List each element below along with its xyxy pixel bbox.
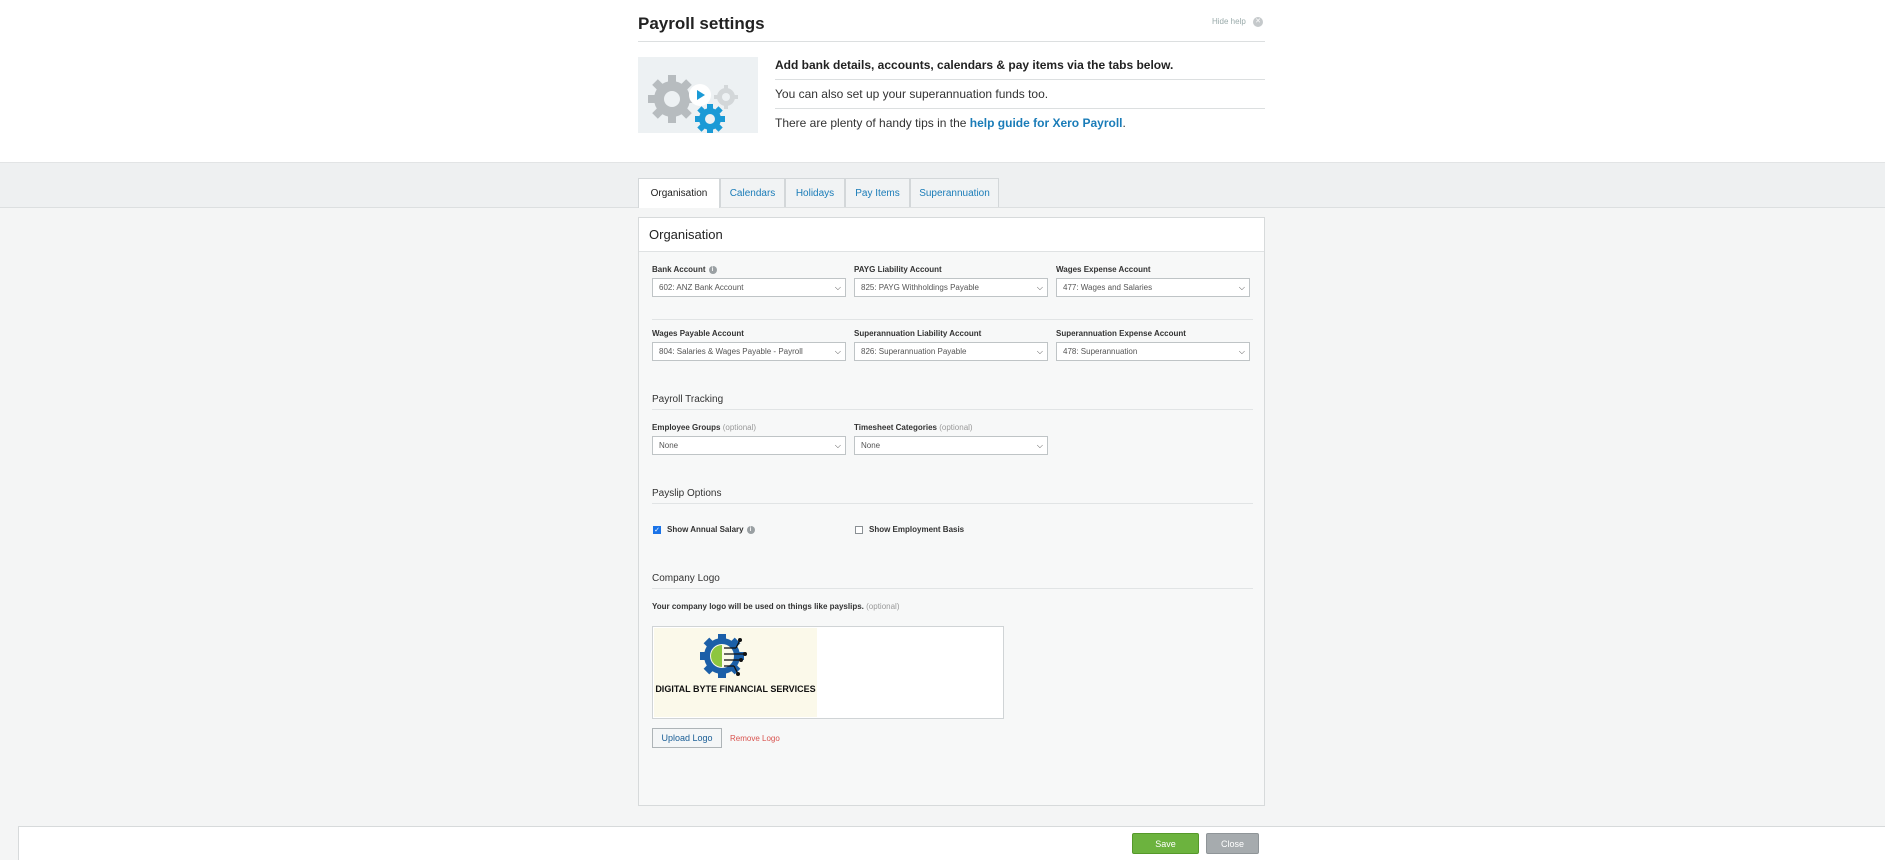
bank-account-select[interactable]: 602: ANZ Bank Account ⌵: [652, 278, 846, 297]
hide-help-link[interactable]: Hide help: [1212, 17, 1246, 26]
help-header: [0, 0, 1885, 163]
help-line-tabs: Add bank details, accounts, calendars & …: [775, 58, 1174, 72]
payslip-options-heading: Payslip Options: [652, 488, 722, 499]
settings-gears-video-thumbnail[interactable]: [638, 57, 758, 133]
logo-preview: DIGITAL BYTE FINANCIAL SERVICES: [652, 626, 1004, 719]
section-divider: [652, 588, 1253, 589]
panel-header: Organisation: [639, 218, 1264, 252]
tab-holidays[interactable]: Holidays: [785, 178, 845, 207]
help-line-guide: There are plenty of handy tips in the he…: [775, 116, 1126, 130]
super-liability-label: Superannuation Liability Account: [854, 329, 982, 338]
help-guide-link[interactable]: help guide for Xero Payroll: [970, 116, 1123, 130]
info-icon[interactable]: i: [708, 265, 717, 274]
tab-superannuation[interactable]: Superannuation: [910, 178, 999, 207]
section-divider: [652, 319, 1253, 320]
chevron-down-icon: ⌵: [834, 347, 841, 356]
bank-account-label: Bank Account i: [652, 265, 717, 274]
chevron-down-icon: ⌵: [834, 441, 841, 450]
super-expense-select[interactable]: 478: Superannuation ⌵: [1056, 342, 1250, 361]
chevron-down-icon: ⌵: [1238, 347, 1245, 356]
timesheet-categories-label: Timesheet Categories (optional): [854, 423, 973, 432]
upload-logo-button[interactable]: Upload Logo: [652, 728, 722, 748]
show-employment-basis-label: Show Employment Basis: [869, 525, 965, 534]
panel-title: Organisation: [649, 227, 723, 242]
super-expense-label: Superannuation Expense Account: [1056, 329, 1186, 338]
chevron-down-icon: ⌵: [1036, 283, 1043, 292]
chevron-down-icon: ⌵: [1238, 283, 1245, 292]
help-line-super: You can also set up your superannuation …: [775, 87, 1049, 101]
show-annual-salary-checkbox[interactable]: ✓: [653, 526, 661, 534]
wages-payable-select[interactable]: 804: Salaries & Wages Payable - Payroll ⌵: [652, 342, 846, 361]
chevron-down-icon: ⌵: [834, 283, 841, 292]
close-help-icon[interactable]: ✕: [1253, 17, 1263, 27]
close-button[interactable]: Close: [1206, 833, 1259, 854]
payg-liability-label: PAYG Liability Account: [854, 265, 942, 274]
tab-organisation[interactable]: Organisation: [638, 178, 720, 208]
help-divider: [775, 79, 1265, 80]
show-annual-salary-label: Show Annual Salary i: [667, 525, 755, 534]
chevron-down-icon: ⌵: [1036, 441, 1043, 450]
company-logo-text: DIGITAL BYTE FINANCIAL SERVICES: [655, 684, 816, 694]
wages-payable-label: Wages Payable Account: [652, 329, 744, 338]
company-logo: DIGITAL BYTE FINANCIAL SERVICES: [654, 628, 817, 717]
wages-expense-label: Wages Expense Account: [1056, 265, 1151, 274]
show-employment-basis-checkbox[interactable]: [855, 526, 863, 534]
tab-pay-items[interactable]: Pay Items: [845, 178, 910, 207]
employee-groups-label: Employee Groups (optional): [652, 423, 757, 432]
help-divider: [775, 108, 1265, 109]
timesheet-categories-select[interactable]: None ⌵: [854, 436, 1048, 455]
payg-liability-select[interactable]: 825: PAYG Withholdings Payable ⌵: [854, 278, 1048, 297]
action-footer: [18, 826, 1885, 860]
logo-description: Your company logo will be used on things…: [652, 602, 900, 611]
chevron-down-icon: ⌵: [1036, 347, 1043, 356]
tab-calendars[interactable]: Calendars: [720, 178, 785, 207]
super-liability-select[interactable]: 826: Superannuation Payable ⌵: [854, 342, 1048, 361]
company-logo-heading: Company Logo: [652, 573, 720, 584]
employee-groups-select[interactable]: None ⌵: [652, 436, 846, 455]
save-button[interactable]: Save: [1132, 833, 1199, 854]
remove-logo-link[interactable]: Remove Logo: [730, 734, 780, 743]
section-divider: [652, 503, 1253, 504]
info-icon[interactable]: i: [746, 525, 755, 534]
wages-expense-select[interactable]: 477: Wages and Salaries ⌵: [1056, 278, 1250, 297]
section-divider: [652, 409, 1253, 410]
payroll-tracking-heading: Payroll Tracking: [652, 394, 724, 405]
organisation-panel: Organisation Bank Account i 602: ANZ Bank…: [638, 217, 1265, 806]
title-divider: [638, 41, 1265, 42]
page-title: Payroll settings: [638, 14, 765, 33]
